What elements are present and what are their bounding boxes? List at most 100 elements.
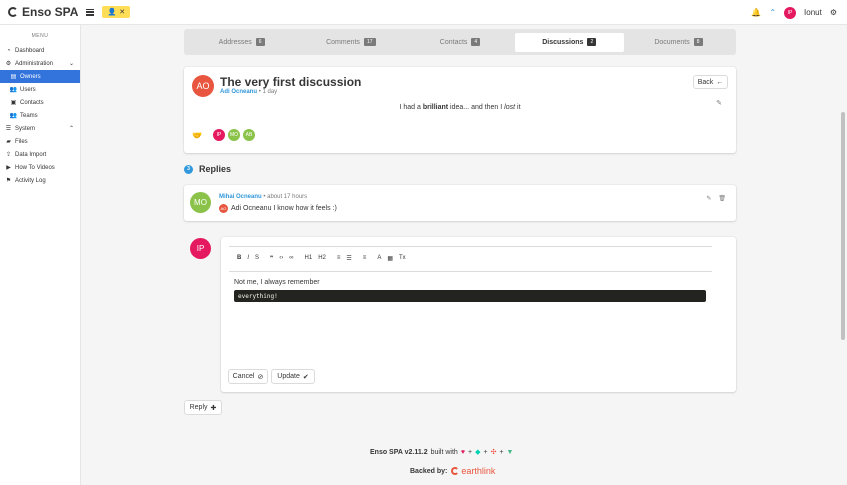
sidebar-item-contacts[interactable]: ▣ Contacts — [0, 96, 80, 109]
ordered-list-button[interactable]: ≡ — [337, 255, 341, 262]
sidebar-item-data-import[interactable]: ⇪ Data Import — [0, 148, 80, 161]
bold-button[interactable]: B — [237, 255, 241, 262]
divider — [229, 271, 712, 272]
reply-author[interactable]: Mihai Ocneanu — [219, 194, 262, 200]
clear-format-button[interactable]: Tx — [399, 255, 406, 262]
earthlink-ring-icon — [451, 467, 460, 475]
scrollbar[interactable] — [841, 112, 845, 340]
italic-button[interactable]: I — [247, 255, 249, 262]
divider — [229, 246, 712, 247]
trash-icon[interactable]: 🗑 — [718, 195, 726, 202]
close-icon[interactable]: ✕ — [119, 8, 125, 16]
plus-icon: ✚ — [210, 404, 217, 412]
tab-contacts[interactable]: Contacts 4 — [405, 33, 514, 52]
tab-documents[interactable]: Documents 8 — [624, 33, 733, 52]
replies-count-badge: 3 — [184, 164, 193, 174]
sidebar-item-activity-log[interactable]: ⚑ Activity Log — [0, 174, 80, 187]
background-color-button[interactable]: ▦ — [387, 255, 393, 262]
code-button[interactable]: ‹› — [279, 255, 283, 262]
reply-actions: ✎ 🗑 — [706, 195, 726, 202]
sidebar-item-system[interactable]: ☰ System ⌃ — [0, 122, 80, 135]
brand[interactable]: Enso SPA — [8, 5, 78, 19]
discussion-author-avatar: AO — [192, 75, 214, 97]
replies-title: Replies — [199, 164, 232, 174]
participant-avatar: AB — [242, 129, 255, 141]
chevron-up-icon: ⌃ — [68, 126, 74, 132]
bulma-icon: ◆ — [475, 449, 481, 456]
tab-addresses[interactable]: Addresses 6 — [187, 33, 296, 52]
folder-icon: ▰ — [6, 139, 11, 145]
link-button[interactable]: ∞ — [289, 255, 293, 262]
contacts-icon: ▣ — [10, 100, 17, 106]
participant-avatar: IP — [212, 129, 225, 141]
reply-button[interactable]: Reply ✚ — [184, 400, 222, 415]
list-icon: ☰ — [5, 126, 12, 132]
discussion-body: I had a brilliant idea... and then I los… — [399, 104, 521, 111]
update-button[interactable]: Update ✔ — [271, 369, 315, 384]
top-navbar: Enso SPA 👤 ✕ 🔔 ⌃ IP Ionut ⚙ — [0, 0, 847, 25]
discussion-time: • 1 day — [258, 89, 278, 95]
sidebar-item-dashboard[interactable]: ◔ Dashboard — [0, 44, 80, 57]
video-icon: ▶ — [6, 165, 11, 171]
navbar-right: 🔔 ⌃ IP Ionut ⚙ — [751, 0, 837, 25]
sidebar-item-owners[interactable]: ▤ Owners — [0, 70, 80, 83]
sidebar-item-how-to-videos[interactable]: ▶ How To Videos — [0, 161, 80, 174]
editor-code-block[interactable]: everything! — [234, 290, 706, 302]
participant-avatar: MO — [227, 129, 240, 141]
current-user-avatar: IP — [190, 238, 211, 259]
user-avatar[interactable]: IP — [784, 6, 797, 19]
chevron-up-icon[interactable]: ⌃ — [769, 8, 776, 17]
brand-logo-icon — [8, 7, 18, 17]
h2-button[interactable]: H2 — [318, 255, 326, 262]
tabs-bar: Addresses 6 Comments 17 Contacts 4 Discussi… — [184, 29, 736, 55]
editor-text[interactable]: Not me, I always remember — [234, 279, 320, 286]
replies-header: 3 Replies — [184, 164, 231, 174]
reply-card: MO Mihai Ocneanu • about 17 hours AO Adi… — [184, 185, 736, 221]
reply-time: • about 17 hours — [263, 194, 308, 200]
earthlink-logo[interactable]: earthlink — [451, 466, 495, 476]
menu-label: MENU — [31, 33, 49, 39]
cancel-button[interactable]: Cancel ⊘ — [228, 369, 268, 384]
footer-backed-by: Backed by: earthlink — [410, 466, 496, 476]
bell-icon[interactable]: 🔔 — [751, 8, 761, 17]
strike-button[interactable]: S — [255, 255, 259, 262]
discussion-title: The very first discussion — [220, 75, 362, 89]
cogs-icon[interactable]: ⚙ — [830, 8, 837, 17]
edit-discussion-pencil-icon[interactable]: ✎ — [716, 99, 722, 107]
teams-icon: 👥 — [9, 113, 18, 119]
cogs-icon: ⚙ — [5, 61, 12, 67]
import-icon: ⇪ — [5, 152, 12, 158]
align-button[interactable]: ≡ — [363, 255, 367, 262]
check-icon: ✔ — [302, 373, 309, 381]
sidebar: MENU ◔ Dashboard ⚙ Administration ⌄ ▤ Owners… — [0, 25, 81, 485]
reply-editor-card: B I S ❞ ‹› ∞ H1 H2 ≡ ☰ ≡ A ▦ Tx Not me, … — [221, 237, 736, 392]
laravel-icon: ✣ — [490, 449, 497, 456]
discussion-participants: 🤝 IP MO AB — [192, 129, 255, 141]
discussion-meta: Adi Ocneanu • 1 day — [220, 89, 277, 95]
sidebar-item-files[interactable]: ▰ Files — [0, 135, 80, 148]
edit-pencil-icon[interactable]: ✎ — [706, 195, 711, 202]
user-icon: 👤 — [107, 9, 117, 16]
tab-count: 17 — [363, 38, 376, 46]
tab-count: 6 — [255, 38, 265, 46]
h1-button[interactable]: H1 — [305, 255, 313, 262]
back-button[interactable]: Back ← — [693, 75, 728, 89]
brand-name: Enso SPA — [22, 5, 79, 19]
environment-tag[interactable]: 👤 ✕ — [102, 6, 131, 18]
sidebar-item-administration[interactable]: ⚙ Administration ⌄ — [0, 57, 80, 70]
tab-count: 2 — [587, 38, 597, 46]
discussion-author[interactable]: Adi Ocneanu — [220, 89, 257, 95]
arrow-left-icon: ← — [716, 78, 724, 86]
tab-discussions[interactable]: Discussions 2 — [514, 32, 624, 52]
text-color-button[interactable]: A — [377, 255, 381, 262]
tab-comments[interactable]: Comments 17 — [296, 33, 405, 52]
user-name[interactable]: Ionut — [804, 8, 822, 17]
activity-icon: ⚑ — [5, 178, 12, 184]
bullet-list-button[interactable]: ☰ — [346, 255, 351, 262]
tab-count: 8 — [693, 38, 703, 46]
sidebar-item-users[interactable]: 👥 Users — [0, 83, 80, 96]
hamburger-menu-icon[interactable] — [86, 8, 95, 16]
blockquote-button[interactable]: ❞ — [270, 255, 273, 262]
sidebar-item-teams[interactable]: 👥 Teams — [0, 109, 80, 122]
editor-toolbar: B I S ❞ ‹› ∞ H1 H2 ≡ ☰ ≡ A ▦ Tx — [237, 255, 406, 262]
